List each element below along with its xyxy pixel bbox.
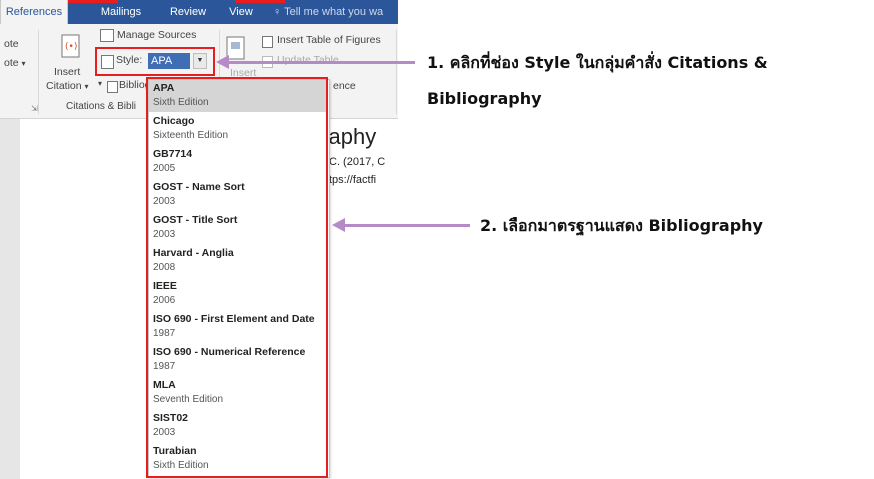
document-line-2: tps://factfi (329, 174, 377, 186)
style-option-gost-name-sort[interactable]: GOST - Name Sort 2003 (149, 179, 327, 211)
style-option-harvard-anglia[interactable]: Harvard - Anglia 2008 (149, 245, 327, 277)
manage-sources-label: Manage Sources (117, 29, 197, 41)
tab-references[interactable]: References (0, 0, 68, 24)
insert-citation-icon: (•) (61, 34, 80, 58)
bibliography-label: Bibliog (119, 79, 151, 91)
style-option-apa[interactable]: APA Sixth Edition (149, 80, 327, 112)
style-option-iso690-first-element[interactable]: ISO 690 - First Element and Date 1987 (149, 311, 327, 343)
style-highlight-box (95, 47, 215, 76)
table-of-figures-icon (262, 36, 273, 48)
insert-table-of-figures-button[interactable]: Insert Table of Figures (262, 34, 396, 50)
document-line-1: C. (2017, C (329, 156, 386, 168)
tab-mailings[interactable]: Mailings (93, 0, 149, 24)
update-table-label: Update Table (277, 54, 339, 66)
svg-text:(•): (•) (65, 42, 77, 52)
annotation-arrow-2-head (332, 218, 345, 232)
insert-citation-label-2: Citation ▾ (46, 80, 89, 92)
style-option-gost-title-sort[interactable]: GOST - Title Sort 2003 (149, 212, 327, 244)
separator (38, 30, 39, 114)
tell-me-text: Tell me what you wa (284, 6, 384, 18)
style-option-ieee[interactable]: IEEE 2006 (149, 278, 327, 310)
chevron-down-icon: ▾ (98, 79, 103, 88)
annotation-arrow-1-head (216, 55, 229, 69)
lightbulb-icon: ♀ (273, 6, 282, 18)
chevron-down-icon: ▾ (84, 82, 89, 91)
insert-citation-button[interactable]: (•) Insert Citation ▾ (44, 30, 94, 94)
tell-me-box[interactable]: ♀ Tell me what you wa (273, 0, 398, 24)
partial-command-1[interactable]: ote (4, 38, 19, 50)
bibliography-icon (107, 81, 118, 93)
insert-table-of-figures-label: Insert Table of Figures (277, 34, 381, 46)
style-option-sist02[interactable]: SIST02 2003 (149, 410, 327, 442)
style-option-iso690-numerical[interactable]: ISO 690 - Numerical Reference 1987 (149, 344, 327, 376)
style-option-turabian[interactable]: Turabian Sixth Edition (149, 443, 327, 475)
annotation-step-1-line-2: Bibliography (427, 89, 542, 108)
style-dropdown-list: APA Sixth Edition Chicago Sixteenth Editio… (148, 79, 330, 478)
annotation-arrow-2-line (344, 224, 470, 227)
manage-sources-button[interactable]: Manage Sources (100, 28, 215, 44)
cross-reference-partial[interactable]: ence (333, 80, 356, 92)
style-option-chicago[interactable]: Chicago Sixteenth Edition (149, 113, 327, 145)
annotation-step-2: 2. เลือกมาตรฐานแสดง Bibliography (480, 216, 763, 235)
separator (396, 30, 397, 114)
insert-caption-label[interactable]: Insert (230, 67, 256, 79)
tab-view[interactable]: View (226, 0, 256, 24)
dialog-launcher-icon[interactable]: ⇲ (31, 104, 38, 113)
style-option-mla[interactable]: MLA Seventh Edition (149, 377, 327, 409)
red-highlight-top-2 (235, 0, 285, 3)
bibliography-button[interactable]: ▾ Bibliog (98, 79, 151, 95)
partial-command-2[interactable]: ote ▾ (4, 57, 26, 69)
group-label-citations: Citations & Bibli (66, 101, 137, 112)
insert-caption-icon (226, 36, 245, 60)
insert-citation-label-1: Insert (54, 66, 81, 78)
annotation-step-1-line-1: 1. คลิกที่ช่อง Style ในกลุ่มคำสั่ง Citat… (427, 53, 768, 72)
annotation-arrow-1-line (228, 61, 415, 64)
style-option-gb7714[interactable]: GB7714 2005 (149, 146, 327, 178)
manage-sources-icon (100, 29, 114, 42)
ribbon-tab-bar: References Mailings Review View ♀ Tell m… (0, 0, 398, 24)
chevron-down-icon: ▾ (21, 59, 26, 68)
tab-review[interactable]: Review (165, 0, 211, 24)
red-highlight-top (68, 0, 118, 3)
